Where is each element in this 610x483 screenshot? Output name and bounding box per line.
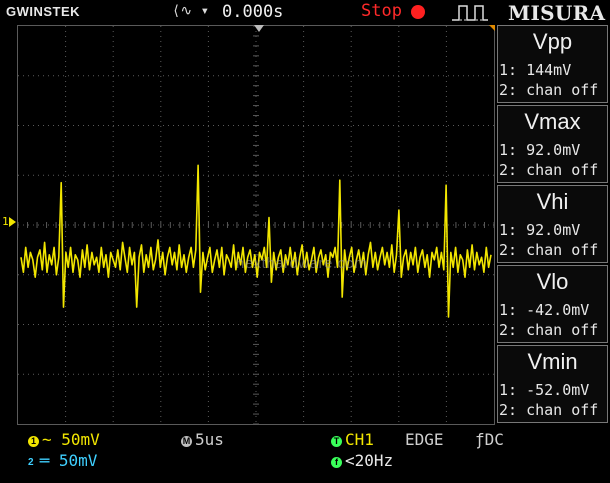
measure-ch2-value: 2: chan off xyxy=(499,321,599,339)
stop-indicator-icon xyxy=(411,5,425,19)
trigger-position-icon: ⟨∿ ▾ xyxy=(172,3,210,19)
measure-title: Vmin xyxy=(527,349,578,374)
measure-vmax[interactable]: Vmax 1: 92.0mV 2: chan off xyxy=(497,105,608,183)
ch1-badge-icon: 1 xyxy=(28,436,39,447)
measure-vmin[interactable]: Vmin 1: -52.0mV 2: chan off xyxy=(497,345,608,423)
timebase-badge-icon: M xyxy=(181,436,192,447)
run-stop-state[interactable]: Stop xyxy=(361,1,402,21)
ch1-ground-arrow-icon xyxy=(9,217,16,227)
measure-vpp[interactable]: Vpp 1: 144mV 2: chan off xyxy=(497,25,608,103)
ch1-scale-value: ~ 50mV xyxy=(42,430,100,449)
measure-title: Vhi xyxy=(536,189,569,214)
measure-ch1-value: 1: 144mV xyxy=(499,61,572,79)
measure-ch1-value: 1: -42.0mV xyxy=(499,301,590,319)
measure-ch2-value: 2: chan off xyxy=(499,81,599,99)
frequency-badge-icon: f xyxy=(331,457,342,468)
menu-title: MISURA xyxy=(508,1,606,25)
timebase[interactable]: M 5us xyxy=(181,430,224,449)
ch2-scale-value: ═ 50mV xyxy=(39,451,98,470)
trigger-coupling[interactable]: ƒDC xyxy=(475,430,504,449)
brand-logo: GWINSTEK xyxy=(6,4,81,19)
measure-ch2-value: 2: chan off xyxy=(499,401,599,419)
trigger-frequency-value: <20Hz xyxy=(345,451,394,470)
measure-title: Vlo xyxy=(536,269,569,294)
measure-vlo[interactable]: Vlo 1: -42.0mV 2: chan off xyxy=(497,265,608,343)
top-status-bar: GWINSTEK ⟨∿ ▾ 0.000s Stop MISURA xyxy=(0,0,610,25)
measure-ch1-value: 1: 92.0mV xyxy=(499,141,581,159)
measurement-panel: Vpp 1: 144mV 2: chan off Vmax 1: 92.0mV … xyxy=(497,25,610,425)
watermark: nexthardware.com xyxy=(236,255,368,272)
timebase-value: 5us xyxy=(195,430,224,449)
ch2-scale[interactable]: 2 ═ 50mV xyxy=(28,451,97,470)
measure-ch2-value: 2: chan off xyxy=(499,161,599,179)
trigger-position-marker-icon xyxy=(254,25,264,32)
trigger-position-readout: 0.000s xyxy=(222,2,284,22)
ch1-scale[interactable]: 1 ~ 50mV xyxy=(28,430,100,449)
trigger-level-marker-icon xyxy=(489,25,495,31)
trigger-badge-icon: T xyxy=(331,436,342,447)
trigger-type[interactable]: EDGE xyxy=(405,430,444,449)
trigger-edge-icon xyxy=(452,5,488,21)
measure-ch1-value: 1: -52.0mV xyxy=(499,381,590,399)
measure-ch2-value: 2: chan off xyxy=(499,241,599,259)
trigger-source[interactable]: T CH1 xyxy=(331,430,374,449)
graticule xyxy=(18,26,494,424)
measure-ch1-value: 1: 92.0mV xyxy=(499,221,581,239)
trigger-frequency: f <20Hz xyxy=(331,451,393,470)
measure-title: Vmax xyxy=(524,109,581,134)
measure-vhi[interactable]: Vhi 1: 92.0mV 2: chan off xyxy=(497,185,608,263)
waveform-display: nexthardware.com xyxy=(17,25,495,425)
ch2-badge-icon: 2 xyxy=(28,457,34,468)
ch1-ground-marker: 1 xyxy=(2,215,9,228)
bottom-status-bar: 1 ~ 50mV 2 ═ 50mV M 5us T CH1 EDGE ƒDC f <20H… xyxy=(0,425,610,483)
measure-title: Vpp xyxy=(532,29,573,54)
trigger-source-value: CH1 xyxy=(345,430,374,449)
